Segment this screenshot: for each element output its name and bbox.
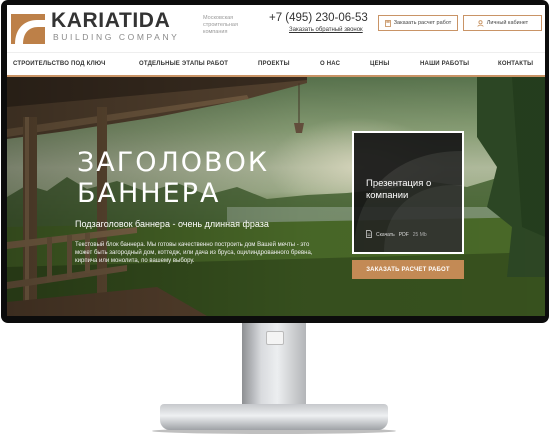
personal-cabinet-button[interactable]: Личный кабинет — [463, 15, 542, 31]
site-header: KARIATIDA BUILDING COMPANY Московская ст… — [7, 5, 545, 52]
website-screen: KARIATIDA BUILDING COMPANY Московская ст… — [7, 5, 545, 316]
nav-item-prices[interactable]: ЦЕНЫ — [370, 61, 389, 67]
main-nav: СТРОИТЕЛЬСТВО ПОД КЛЮЧ ОТДЕЛЬНЫЕ ЭТАПЫ Р… — [7, 52, 545, 76]
download-label: Скачать — [376, 232, 395, 238]
brand-tagline: Московская строительная компания — [203, 15, 238, 35]
nav-item-projects[interactable]: ПРОЕКТЫ — [258, 61, 290, 67]
hero-text: Текстовый блок баннера. Мы готовы качест… — [75, 242, 313, 264]
nav-item-turnkey[interactable]: СТРОИТЕЛЬСТВО ПОД КЛЮЧ — [13, 61, 106, 67]
nav-item-contacts[interactable]: КОНТАКТЫ — [498, 61, 533, 67]
nav-item-about[interactable]: О НАС — [320, 61, 340, 67]
calculator-icon — [384, 19, 391, 27]
calc-request-button[interactable]: Заказать расчет работ — [378, 15, 458, 31]
hero-title: ЗАГОЛОВОК БАННЕРА — [77, 147, 269, 209]
nav-item-our-works[interactable]: НАШИ РАБОТЫ — [420, 61, 469, 67]
brand-subtitle: BUILDING COMPANY — [53, 32, 180, 42]
logo-icon[interactable] — [11, 14, 45, 44]
user-icon — [477, 19, 484, 27]
hero-subtitle: Подзаголовок баннера - очень длинная фра… — [75, 219, 269, 229]
presentation-card[interactable]: Презентация о компании Скачать PDF 25 Mb — [352, 131, 464, 254]
cta-calc-button[interactable]: ЗАКАЗАТЬ РАСЧЕТ РАБОТ — [352, 260, 464, 279]
file-type: PDF — [398, 232, 409, 238]
file-size: 25 Mb — [412, 232, 427, 238]
callback-link[interactable]: Заказать обратный звонок — [289, 27, 363, 33]
nav-item-stages[interactable]: ОТДЕЛЬНЫЕ ЭТАПЫ РАБОТ — [139, 61, 228, 67]
personal-cabinet-label: Личный кабинет — [486, 20, 529, 26]
monitor-bezel: KARIATIDA BUILDING COMPANY Московская ст… — [1, 0, 549, 323]
phone-number[interactable]: +7 (495) 230-06-53 — [269, 12, 368, 25]
presentation-download-link[interactable]: Скачать PDF 25 Mb — [366, 230, 427, 240]
document-icon — [366, 230, 372, 240]
monitor-stand-slot — [266, 331, 284, 345]
presentation-title: Презентация о компании — [366, 178, 432, 201]
monitor-stand-base — [160, 404, 388, 430]
calc-request-label: Заказать расчет работ — [393, 20, 452, 26]
brand-name[interactable]: KARIATIDA — [51, 10, 170, 31]
hero-banner: ЗАГОЛОВОК БАННЕРА Подзаголовок баннера -… — [7, 77, 545, 316]
